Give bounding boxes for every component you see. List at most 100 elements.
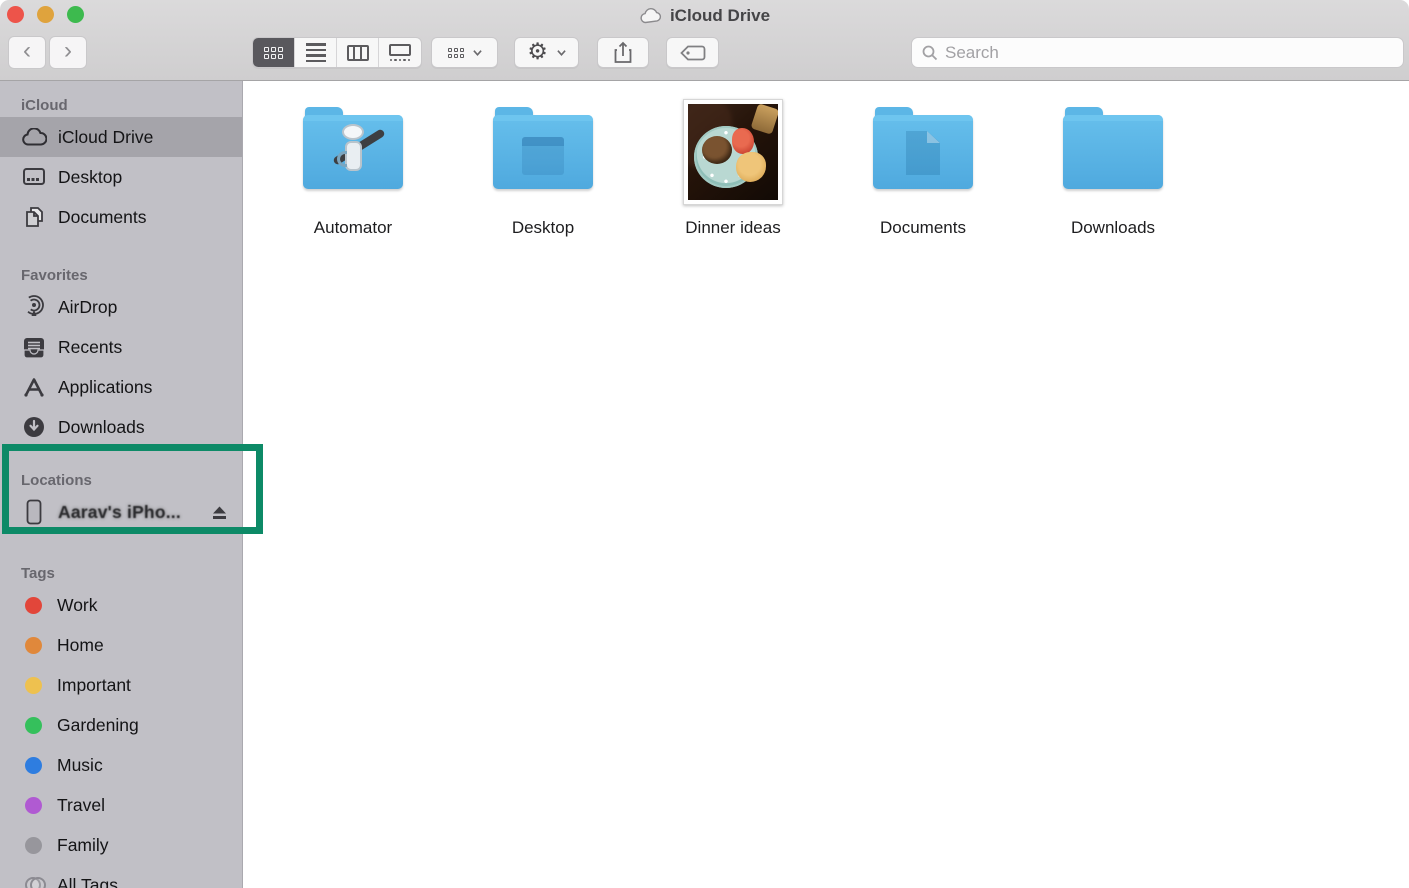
tag-circle-purple xyxy=(25,797,42,814)
list-view-icon xyxy=(306,43,326,62)
tag-label: Work xyxy=(57,595,98,616)
list-view-button[interactable] xyxy=(295,38,337,67)
sidebar-item-label: Documents xyxy=(58,207,147,228)
sidebar-tag-home[interactable]: Home xyxy=(0,625,242,665)
action-button[interactable]: ⚙ xyxy=(514,37,579,68)
desktop-icon xyxy=(21,164,47,190)
sidebar-item-label: AirDrop xyxy=(58,297,117,318)
section-header-tags: Tags xyxy=(0,561,242,585)
sidebar-item-all-tags[interactable]: All Tags... xyxy=(0,865,242,888)
file-label: Dinner ideas xyxy=(685,218,780,238)
file-item-dinner-ideas[interactable]: Dinner ideas xyxy=(638,96,828,238)
sidebar-item-label: Applications xyxy=(58,377,152,398)
tag-circle-blue xyxy=(25,757,42,774)
all-tags-icon xyxy=(25,877,42,888)
tag-circle-green xyxy=(25,717,42,734)
icon-view-icon xyxy=(264,47,283,59)
icon-view-button[interactable] xyxy=(253,38,295,67)
content-area: Automator Desktop xyxy=(244,82,1409,888)
finder-window: iCloud Drive ‹ › xyxy=(0,0,1409,888)
search-input[interactable] xyxy=(945,43,1393,63)
section-header-icloud: iCloud xyxy=(0,93,242,117)
downloads-folder-icon xyxy=(1063,115,1163,189)
airdrop-icon xyxy=(21,294,47,320)
tag-icon xyxy=(680,45,706,61)
tag-circle-yellow xyxy=(25,677,42,694)
column-view-button[interactable] xyxy=(337,38,379,67)
applications-icon xyxy=(21,374,47,400)
sidebar-item-label: Aarav's iPho... xyxy=(58,502,181,523)
file-label: Documents xyxy=(880,218,966,238)
tag-label: Gardening xyxy=(57,715,139,736)
automator-folder-icon xyxy=(303,115,403,189)
sidebar-item-desktop[interactable]: Desktop xyxy=(0,157,242,197)
desktop-folder-icon xyxy=(493,115,593,189)
cloud-icon xyxy=(21,124,47,150)
sidebar-item-documents[interactable]: Documents xyxy=(0,197,242,237)
tag-circle-red xyxy=(25,597,42,614)
section-header-favorites: Favorites xyxy=(0,263,242,287)
sidebar-item-label: Desktop xyxy=(58,167,122,188)
file-item-desktop[interactable]: Desktop xyxy=(448,96,638,238)
sidebar-tag-family[interactable]: Family xyxy=(0,825,242,865)
window-glyph-icon xyxy=(522,137,564,175)
sidebar-item-label: iCloud Drive xyxy=(58,127,153,148)
documents-icon xyxy=(21,204,47,230)
sidebar-tag-travel[interactable]: Travel xyxy=(0,785,242,825)
sidebar-item-iphone[interactable]: Aarav's iPho... xyxy=(0,492,242,532)
sidebar-tag-gardening[interactable]: Gardening xyxy=(0,705,242,745)
sidebar-item-icloud-drive[interactable]: iCloud Drive xyxy=(0,117,242,157)
sidebar: iCloud iCloud Drive Desktop xyxy=(0,81,243,888)
downloads-icon xyxy=(21,414,47,440)
sidebar-tag-music[interactable]: Music xyxy=(0,745,242,785)
forward-button[interactable]: › xyxy=(49,36,87,69)
document-glyph-icon xyxy=(906,131,940,175)
file-label: Downloads xyxy=(1071,218,1155,238)
file-item-documents[interactable]: Documents xyxy=(828,96,1018,238)
group-button[interactable] xyxy=(431,37,498,68)
sidebar-tag-work[interactable]: Work xyxy=(0,585,242,625)
file-item-downloads[interactable]: Downloads xyxy=(1018,96,1208,238)
gallery-view-button[interactable] xyxy=(379,38,421,67)
tag-label: Home xyxy=(57,635,104,656)
tag-label: Important xyxy=(57,675,131,696)
window-header: iCloud Drive ‹ › xyxy=(0,0,1409,81)
file-label: Automator xyxy=(314,218,392,238)
search-field[interactable] xyxy=(911,37,1404,68)
share-button[interactable] xyxy=(597,37,649,68)
group-icon xyxy=(448,48,464,58)
cloud-title-icon xyxy=(639,8,663,24)
gallery-view-icon xyxy=(389,44,411,62)
sidebar-item-downloads[interactable]: Downloads xyxy=(0,407,242,447)
chevron-down-icon xyxy=(557,48,566,57)
tag-button[interactable] xyxy=(666,37,719,68)
photo-thumbnail xyxy=(683,99,783,205)
column-view-icon xyxy=(347,45,369,61)
share-icon xyxy=(613,41,633,65)
iphone-icon xyxy=(21,499,47,525)
tag-label: Travel xyxy=(57,795,105,816)
section-header-locations: Locations xyxy=(0,468,242,492)
sidebar-item-applications[interactable]: Applications xyxy=(0,367,242,407)
sidebar-item-recents[interactable]: Recents xyxy=(0,327,242,367)
sidebar-item-label: Downloads xyxy=(58,417,145,438)
sidebar-item-airdrop[interactable]: AirDrop xyxy=(0,287,242,327)
recents-icon xyxy=(21,334,47,360)
search-icon xyxy=(922,45,938,61)
tag-circle-orange xyxy=(25,637,42,654)
tag-circle-gray xyxy=(25,837,42,854)
documents-folder-icon xyxy=(873,115,973,189)
view-segmented-control xyxy=(252,37,422,68)
sidebar-tag-important[interactable]: Important xyxy=(0,665,242,705)
gear-icon: ⚙ xyxy=(527,41,548,64)
file-item-automator[interactable]: Automator xyxy=(258,96,448,238)
file-label: Desktop xyxy=(512,218,574,238)
window-title: iCloud Drive xyxy=(670,6,770,26)
chevron-down-icon xyxy=(473,48,482,57)
eject-icon[interactable] xyxy=(211,505,228,520)
tag-label: Music xyxy=(57,755,103,776)
automator-robot-icon xyxy=(303,115,403,189)
sidebar-item-label: Recents xyxy=(58,337,122,358)
navigation-buttons: ‹ › xyxy=(8,36,87,69)
back-button[interactable]: ‹ xyxy=(8,36,46,69)
